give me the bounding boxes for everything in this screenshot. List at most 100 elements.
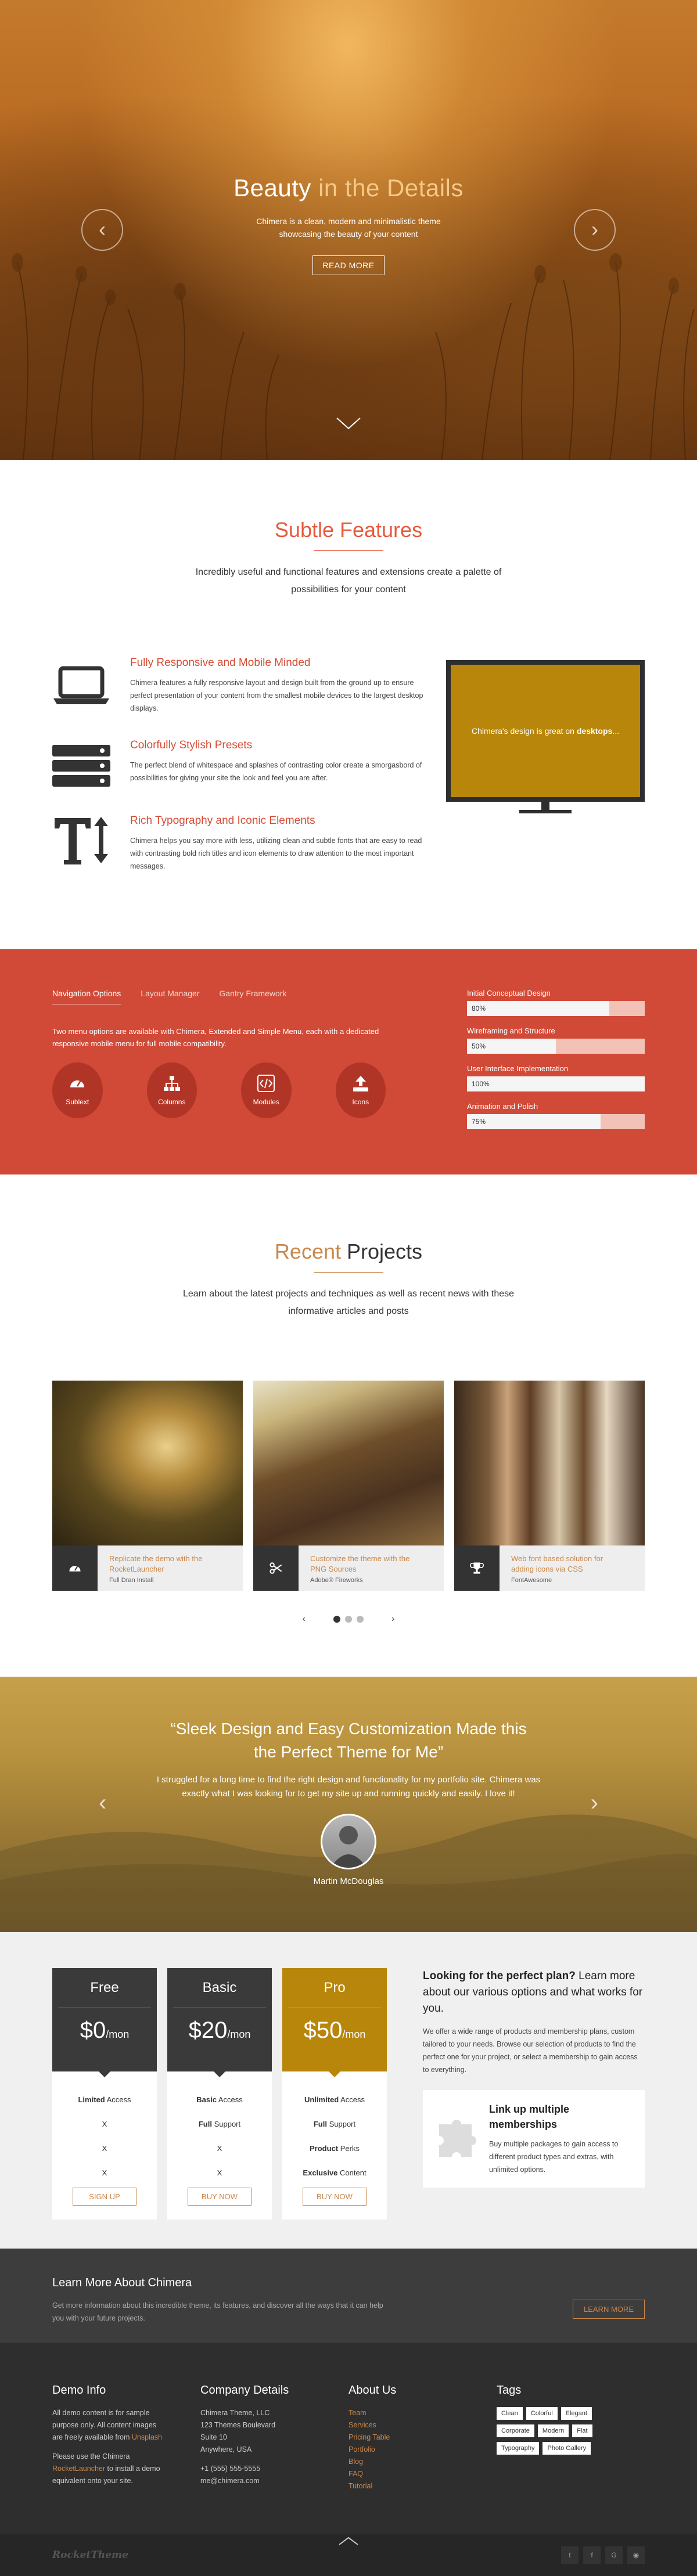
- tab-navigation-options[interactable]: Navigation Options: [52, 989, 121, 1004]
- skill-item: Wireframing and Structure 50%: [467, 1026, 645, 1054]
- footer-link-faq[interactable]: FAQ: [348, 2468, 497, 2480]
- footer-demo-info: Demo Info All demo content is for sample…: [52, 2384, 200, 2492]
- projects-title-main: Recent: [274, 1240, 341, 1263]
- showcase-tabs: Navigation Options Layout Manager Gantry…: [52, 989, 430, 1004]
- plan-features: Unlimited Access Full Support Product Pe…: [282, 2077, 387, 2185]
- rocketlauncher-link[interactable]: RocketLauncher: [52, 2465, 105, 2473]
- skill-bars: Initial Conceptual Design 80% Wireframin…: [467, 989, 645, 1140]
- circle-columns[interactable]: Columns: [146, 1062, 197, 1118]
- chevron-right-icon[interactable]: ›: [391, 1614, 394, 1624]
- hero-content: Beauty in the Details Chimera is a clean…: [0, 174, 697, 275]
- monitor-base: [519, 810, 572, 813]
- plan-feature-key: Exclusive: [303, 2168, 338, 2177]
- skill-label: Animation and Polish: [467, 1102, 538, 1111]
- twitter-icon[interactable]: t: [561, 2546, 579, 2564]
- demo-paragraph: Please use the Chimera RocketLauncher to…: [52, 2451, 163, 2487]
- tab-gantry-framework[interactable]: Gantry Framework: [219, 989, 286, 1004]
- chevron-down-icon[interactable]: [336, 417, 361, 430]
- footer-link-tutorial[interactable]: Tutorial: [348, 2480, 497, 2492]
- chevron-left-icon[interactable]: ‹: [303, 1614, 306, 1624]
- plan-feature: Basic Access: [167, 2088, 272, 2112]
- plan-price-period: /mon: [342, 2029, 366, 2040]
- demo-paragraph: All demo content is for sample purpose o…: [52, 2407, 163, 2444]
- sitemap-icon: [163, 1076, 180, 1091]
- plan-feature-key: X: [102, 2168, 107, 2177]
- showcase-description: Two menu options are available with Chim…: [52, 1027, 379, 1048]
- tag[interactable]: Colorful: [526, 2407, 558, 2420]
- read-more-button[interactable]: Read More: [312, 255, 385, 275]
- learn-more-button[interactable]: Learn More: [573, 2300, 645, 2319]
- project-card[interactable]: Web font based solution for adding icons…: [454, 1381, 645, 1591]
- plan-basic: Basic $20/mon Basic Access Full Support …: [167, 1968, 272, 2220]
- footer-link-pricing-table[interactable]: Pricing Table: [348, 2431, 497, 2444]
- skill-item: User Interface Implementation 100%: [467, 1064, 645, 1091]
- footer-heading: Demo Info: [52, 2384, 106, 2397]
- tag[interactable]: Typography: [497, 2442, 540, 2455]
- tag[interactable]: Clean: [497, 2407, 523, 2420]
- demo-text: Please use the Chimera: [52, 2452, 130, 2460]
- testimonial-quote: “Sleek Design and Easy Customization Mad…: [170, 1720, 527, 1761]
- skill-bar-track: [556, 1039, 645, 1054]
- google-plus-icon[interactable]: G: [605, 2546, 623, 2564]
- title-divider: [314, 1272, 383, 1273]
- project-title[interactable]: Web font based solution for adding icons…: [511, 1554, 627, 1575]
- project-title[interactable]: Replicate the demo with the RocketLaunch…: [109, 1554, 225, 1575]
- project-subtitle: FontAwesome: [511, 1577, 552, 1584]
- sign-up-button[interactable]: Sign Up: [73, 2188, 136, 2206]
- tag[interactable]: Photo Gallery: [542, 2442, 591, 2455]
- plan-feature-key: X: [217, 2168, 222, 2177]
- plan-price: $20/mon: [167, 2017, 272, 2044]
- tag[interactable]: Corporate: [497, 2424, 534, 2437]
- showcase-band: Navigation Options Layout Manager Gantry…: [0, 949, 697, 1174]
- plan-features: Limited Access X X X: [52, 2077, 157, 2185]
- feature-item: Colorfully Stylish Presets The perfect b…: [52, 739, 430, 790]
- avatar: [321, 1814, 376, 1869]
- laptop-icon: [53, 666, 109, 704]
- code-icon: [257, 1075, 275, 1092]
- unsplash-link[interactable]: Unsplash: [132, 2433, 162, 2441]
- pricing-info-title-bold: Looking for the perfect plan?: [423, 1970, 576, 1982]
- tag[interactable]: Elegant: [561, 2407, 592, 2420]
- project-card[interactable]: Customize the theme with the PNG Sources…: [253, 1381, 444, 1591]
- project-image-forest: [454, 1381, 645, 1545]
- plan-feature-key: Product: [310, 2144, 339, 2153]
- plan-price-period: /mon: [227, 2029, 251, 2040]
- footer-link-services[interactable]: Services: [348, 2419, 497, 2431]
- project-card[interactable]: Replicate the demo with the RocketLaunch…: [52, 1381, 243, 1591]
- tab-layout-manager[interactable]: Layout Manager: [141, 989, 199, 1004]
- plan-free: Free $0/mon Limited Access X X X Sign Up: [52, 1968, 157, 2220]
- rockettheme-logo[interactable]: RocketTheme: [52, 2549, 128, 2561]
- facebook-icon[interactable]: f: [583, 2546, 601, 2564]
- monitor-text-end: ...: [612, 726, 619, 736]
- project-title[interactable]: Customize the theme with the PNG Sources: [310, 1554, 426, 1575]
- memberships-box: Link up multiple memberships Buy multipl…: [423, 2090, 645, 2188]
- pager-dot[interactable]: [357, 1616, 364, 1623]
- skill-item: Animation and Polish 75%: [467, 1102, 645, 1129]
- pager-dot[interactable]: [333, 1616, 340, 1623]
- pager-dot[interactable]: [345, 1616, 352, 1623]
- skill-bar: 75%: [467, 1114, 645, 1129]
- circle-sublext[interactable]: Sublext: [52, 1062, 103, 1118]
- company-phone: +1 (555) 555-5555: [200, 2465, 261, 2473]
- project-subtitle: Full Dran Install: [109, 1577, 154, 1584]
- tag[interactable]: Modern: [537, 2424, 569, 2437]
- circle-icons[interactable]: Icons: [335, 1062, 386, 1118]
- footer-link-portfolio[interactable]: Portfolio: [348, 2444, 497, 2456]
- plan-feature-rest: Access: [216, 2095, 243, 2104]
- plan-feature-rest: Access: [105, 2095, 131, 2104]
- circle-modules[interactable]: Modules: [241, 1062, 292, 1118]
- skill-bar-track: [609, 1001, 645, 1016]
- rss-icon[interactable]: ◉: [627, 2546, 645, 2564]
- footer-link-blog[interactable]: Blog: [348, 2456, 497, 2468]
- plan-feature-rest: Perks: [338, 2144, 360, 2153]
- plan-feature: Limited Access: [52, 2088, 157, 2112]
- company-email[interactable]: me@chimera.com: [200, 2475, 348, 2487]
- footer-link-team[interactable]: Team: [348, 2407, 497, 2419]
- tag[interactable]: Flat: [572, 2424, 592, 2437]
- scissors-icon: [253, 1545, 299, 1591]
- plan-feature-key: X: [217, 2144, 222, 2153]
- plan-feature: X: [167, 2161, 272, 2185]
- buy-now-button[interactable]: Buy Now: [188, 2188, 252, 2206]
- skill-percent: 50%: [472, 1042, 486, 1050]
- buy-now-button[interactable]: Buy Now: [303, 2188, 367, 2206]
